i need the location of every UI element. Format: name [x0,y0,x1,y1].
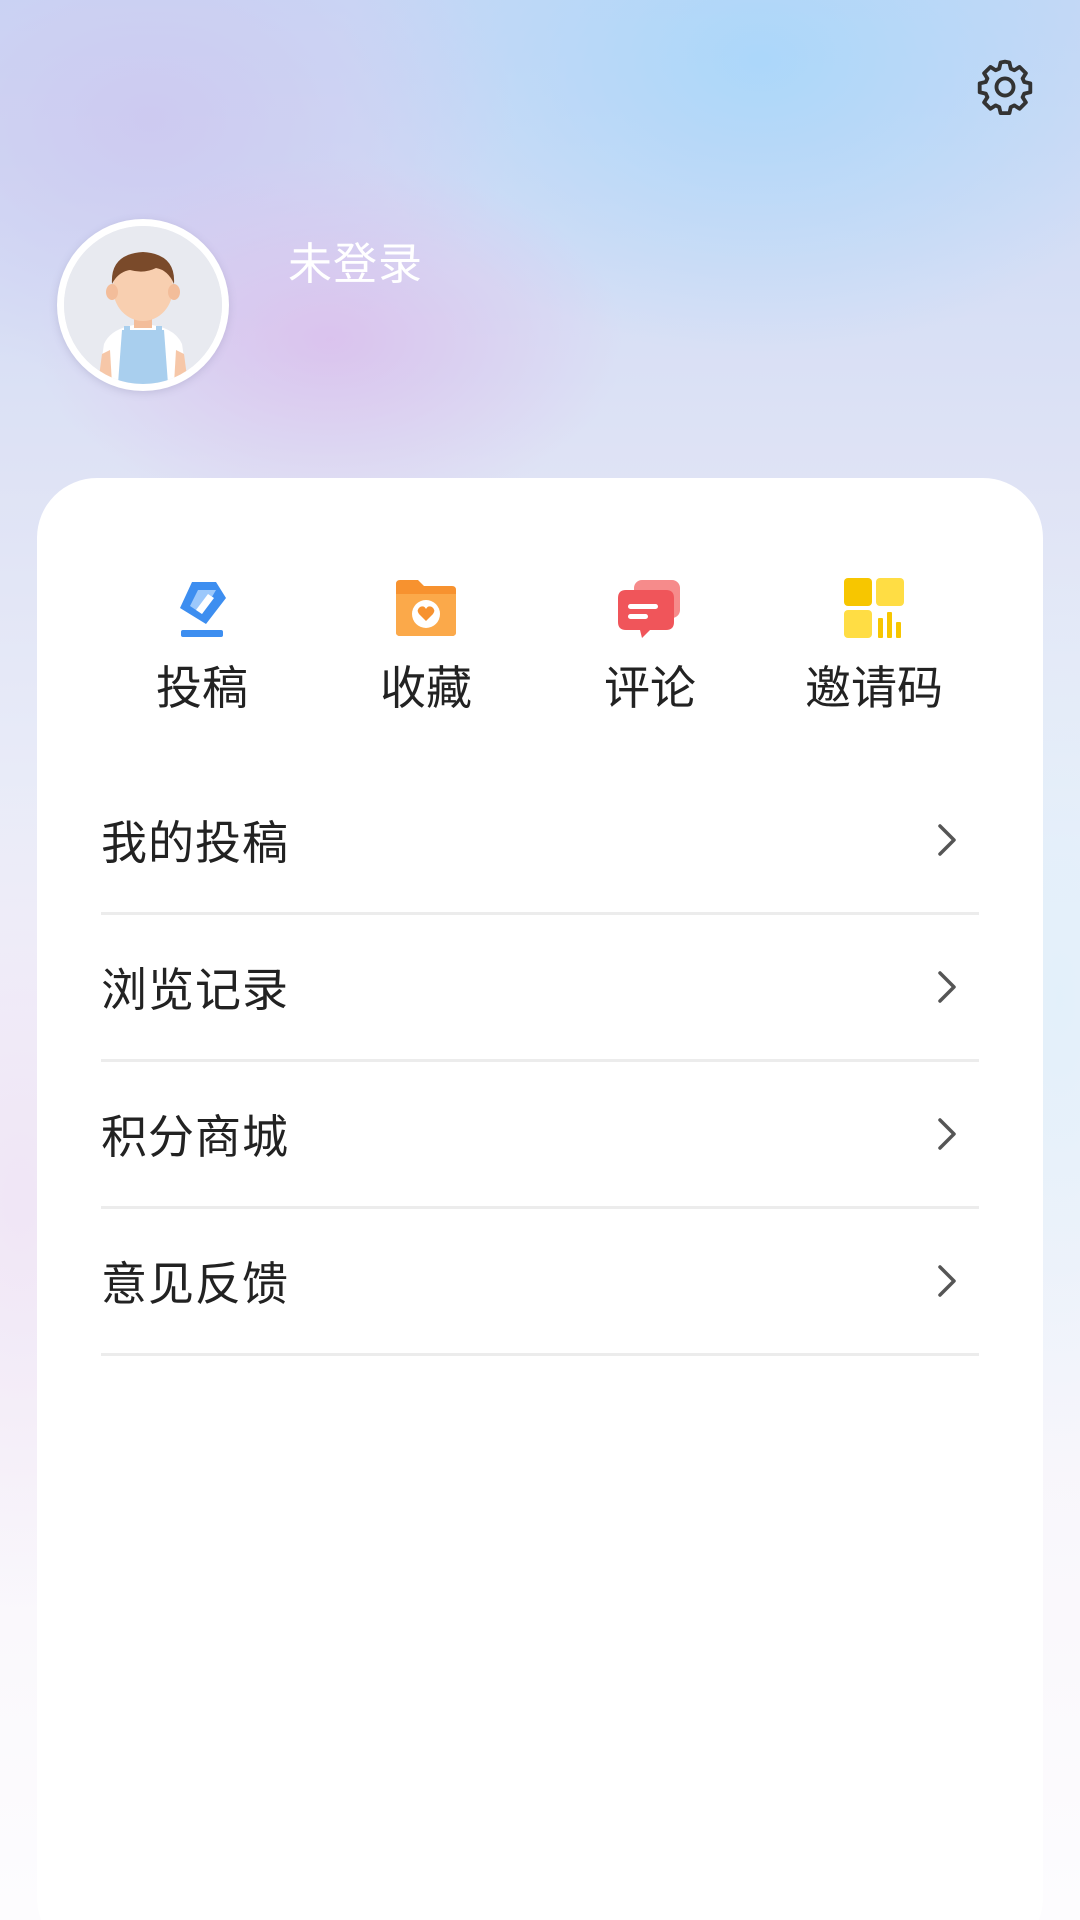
quick-action-submit[interactable]: 投稿 [90,568,314,716]
menu-item-label: 浏览记录 [101,963,289,1017]
profile-screen: 未登录 投稿 收藏 评论 邀请码 我的投稿 浏览记录 积分商城 意见反馈 [0,0,1080,1920]
menu-item-my-submissions[interactable]: 我的投稿 [101,768,979,915]
login-status-text[interactable]: 未登录 [288,228,423,292]
quick-action-label: 投稿 [156,661,248,715]
quick-action-label: 收藏 [380,661,472,715]
heart-folder-icon [386,568,466,648]
gear-icon [977,59,1033,116]
submit-pen-icon [162,568,242,648]
settings-button[interactable] [970,52,1040,122]
quick-action-favorites[interactable]: 收藏 [314,568,538,716]
quick-actions: 投稿 收藏 评论 邀请码 [37,568,1043,716]
invite-code-icon [834,568,914,648]
quick-action-invite-code[interactable]: 邀请码 [762,568,986,716]
profile-card: 投稿 收藏 评论 邀请码 我的投稿 浏览记录 积分商城 意见反馈 [37,478,1043,1920]
chevron-right-icon [938,1118,956,1150]
menu-item-browsing-history[interactable]: 浏览记录 [101,915,979,1062]
quick-action-comments[interactable]: 评论 [538,568,762,716]
avatar-image [64,226,222,384]
menu-item-label: 我的投稿 [101,816,289,870]
menu-item-label: 积分商城 [101,1110,289,1164]
chevron-right-icon [938,971,956,1003]
menu-item-points-mall[interactable]: 积分商城 [101,1062,979,1209]
menu-item-feedback[interactable]: 意见反馈 [101,1209,979,1356]
menu-item-label: 意见反馈 [101,1257,289,1311]
quick-action-label: 邀请码 [805,661,943,715]
avatar[interactable] [57,219,229,391]
default-user-avatar-icon [64,226,222,384]
quick-action-label: 评论 [604,661,696,715]
menu-list: 我的投稿 浏览记录 积分商城 意见反馈 [101,768,979,1356]
chevron-right-icon [938,824,956,856]
comment-bubble-icon [610,568,690,648]
chevron-right-icon [938,1265,956,1297]
